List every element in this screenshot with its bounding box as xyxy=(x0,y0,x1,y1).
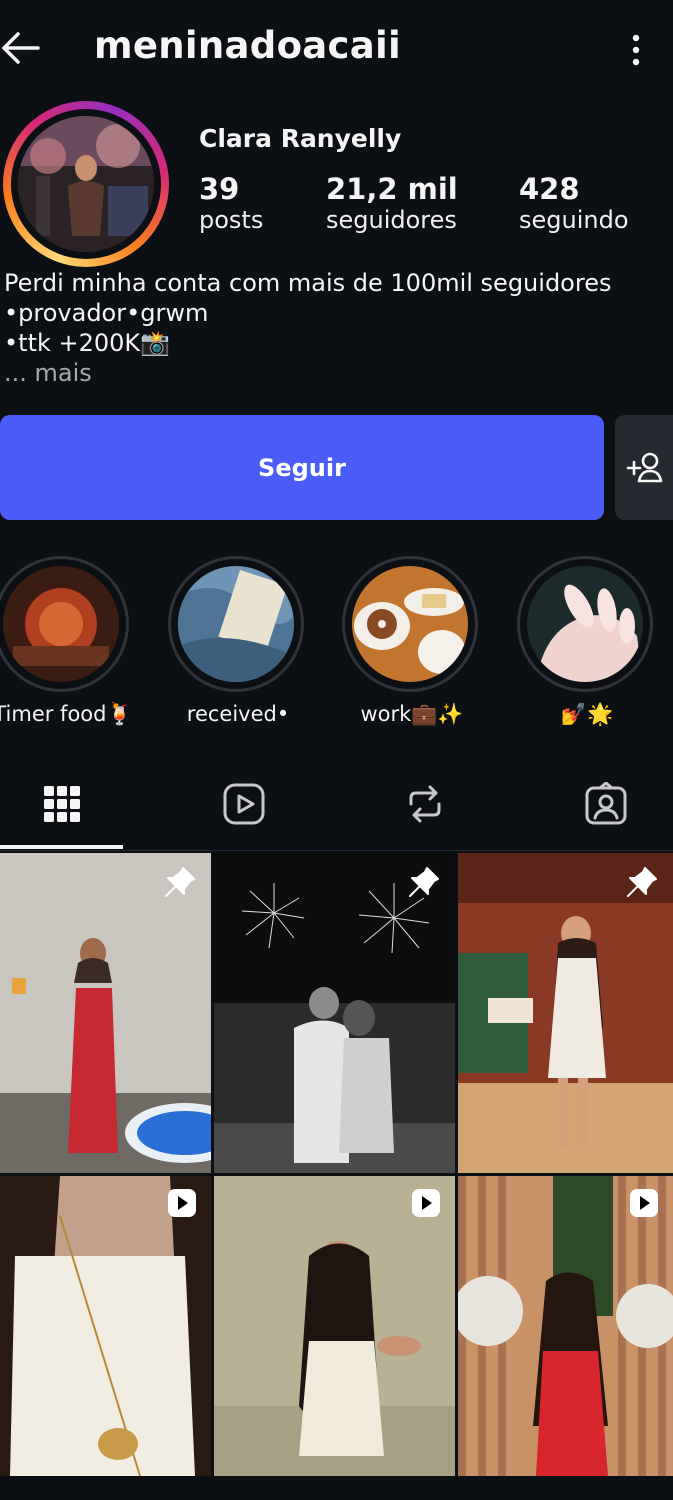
highlight-cover xyxy=(178,566,294,682)
followers-count[interactable]: 21,2 mil seguidores xyxy=(326,172,458,234)
highlight-label: 💅🌟 xyxy=(560,702,614,726)
pin-icon xyxy=(407,865,441,903)
highlight-label: Timer food🍹 xyxy=(0,702,133,726)
reel-icon xyxy=(167,1188,197,1222)
followers-count-value: 21,2 mil xyxy=(326,172,458,206)
follow-button[interactable]: Seguir xyxy=(0,415,604,520)
highlight-cover xyxy=(527,566,643,682)
avatar[interactable] xyxy=(18,116,154,252)
reel-icon xyxy=(411,1188,441,1222)
highlight-ring xyxy=(517,556,653,692)
highlight-cover xyxy=(3,566,119,682)
back-arrow-icon[interactable] xyxy=(0,28,44,68)
reels-icon xyxy=(223,783,265,825)
posts-count: 39 posts xyxy=(199,172,263,234)
post-thumbnail[interactable] xyxy=(214,1176,455,1476)
grid-icon xyxy=(44,786,80,822)
pin-icon xyxy=(163,865,197,903)
highlight-ring xyxy=(168,556,304,692)
profile-full-name: Clara Ranyelly xyxy=(199,124,402,153)
tab-reels[interactable] xyxy=(160,760,328,848)
bio-line: •provador•grwm xyxy=(4,299,209,327)
followers-count-label: seguidores xyxy=(326,206,457,234)
profile-username: meninadoacaii xyxy=(94,24,402,67)
post-thumbnail[interactable] xyxy=(458,853,673,1173)
post-thumbnail[interactable] xyxy=(0,853,211,1173)
add-person-icon xyxy=(626,452,663,483)
highlight-item[interactable]: received• xyxy=(168,556,308,726)
post-thumbnail[interactable] xyxy=(458,1176,673,1476)
following-count-label: seguindo xyxy=(519,206,629,234)
highlight-label: received• xyxy=(186,702,290,726)
tab-tagged[interactable] xyxy=(522,760,673,848)
following-count-value: 428 xyxy=(519,172,580,206)
tagged-icon xyxy=(585,782,627,825)
highlight-item[interactable]: work💼✨ xyxy=(342,556,482,727)
highlight-ring xyxy=(342,556,478,692)
posts-count-label: posts xyxy=(199,206,264,234)
highlight-ring xyxy=(0,556,129,692)
post-thumbnail[interactable] xyxy=(214,853,455,1173)
bio-more-link[interactable]: ... mais xyxy=(4,358,664,388)
posts-count-value: 39 xyxy=(199,172,240,206)
bio-line: •ttk +200K📸 xyxy=(4,329,171,357)
bio-line: Perdi minha conta com mais de 100mil seg… xyxy=(4,269,612,297)
pin-icon xyxy=(625,865,659,903)
reel-icon xyxy=(629,1188,659,1222)
suggested-accounts-button[interactable] xyxy=(615,415,673,520)
repost-icon xyxy=(409,785,441,823)
highlight-label: work💼✨ xyxy=(360,702,464,726)
highlight-item[interactable]: 💅🌟 xyxy=(517,556,657,727)
top-bar: meninadoacaii xyxy=(0,0,673,96)
more-options-icon[interactable] xyxy=(622,30,650,70)
highlight-cover xyxy=(352,566,468,682)
profile-bio: Perdi minha conta com mais de 100mil seg… xyxy=(4,268,664,388)
tabs-divider xyxy=(0,850,673,851)
post-thumbnail[interactable] xyxy=(0,1176,211,1476)
tab-reposts[interactable] xyxy=(341,760,509,848)
following-count[interactable]: 428 seguindo xyxy=(519,172,629,234)
highlight-item[interactable]: Timer food🍹 xyxy=(0,556,133,727)
tab-posts-grid[interactable] xyxy=(0,760,146,848)
active-tab-indicator xyxy=(0,845,123,849)
